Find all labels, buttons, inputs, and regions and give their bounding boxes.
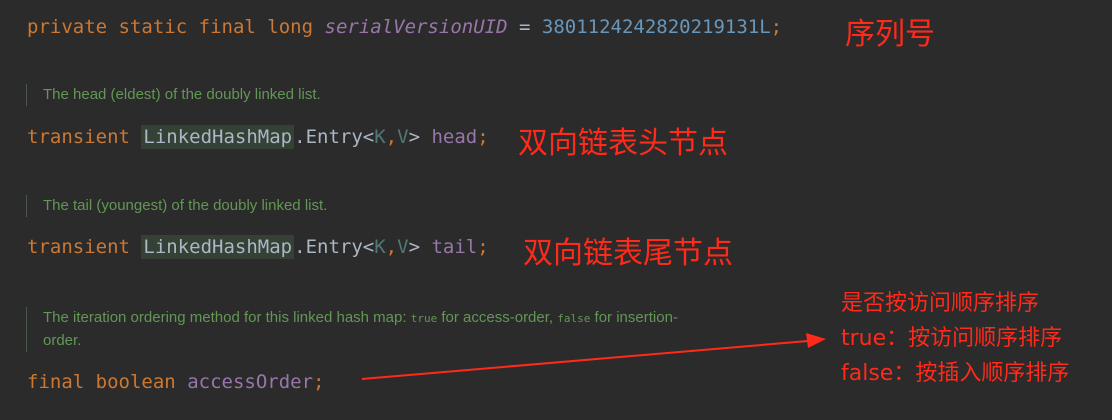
- arrow-icon: [361, 333, 826, 380]
